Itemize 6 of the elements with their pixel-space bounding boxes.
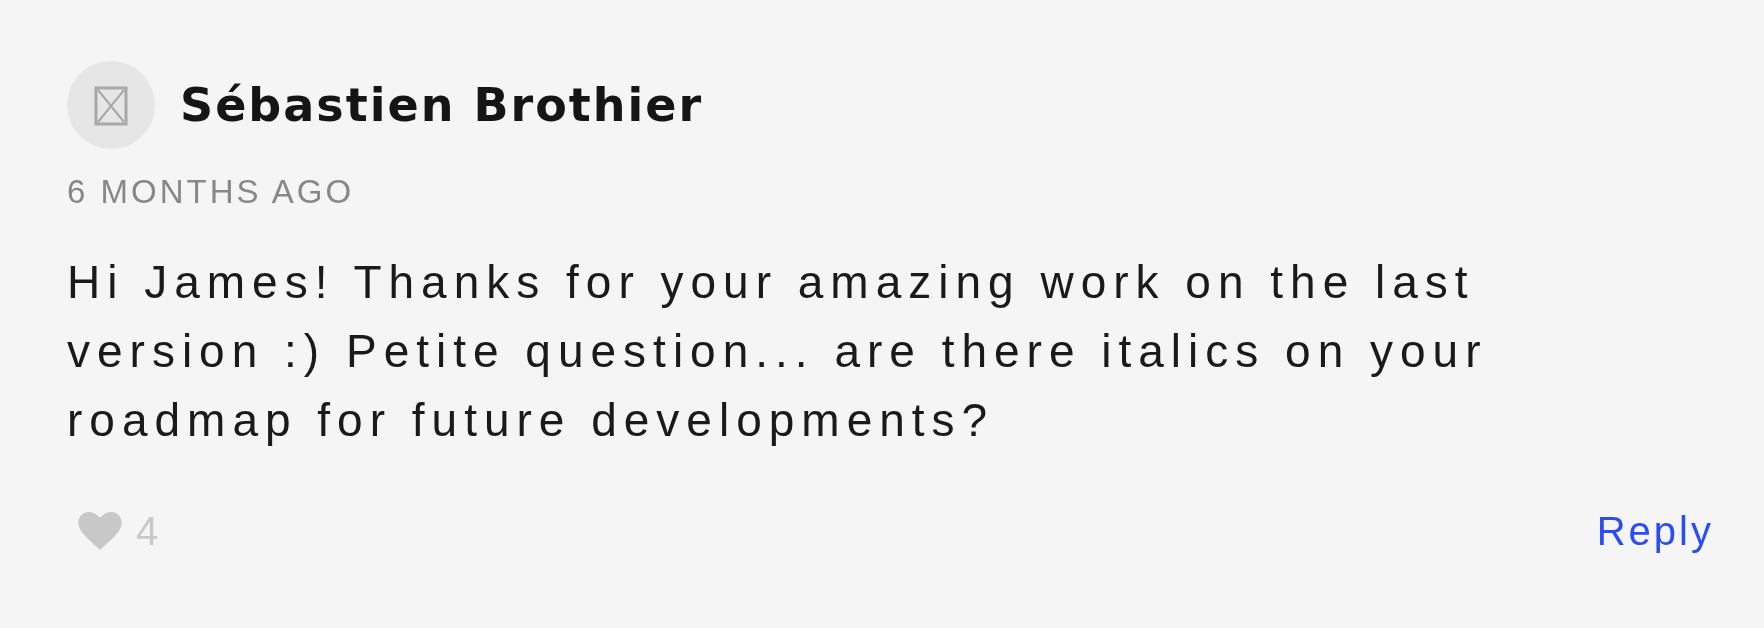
- author-name: Sébastien Brothier: [180, 82, 704, 128]
- timestamp: 6 MONTHS AGO: [67, 175, 355, 208]
- reply-link[interactable]: Reply: [1596, 511, 1714, 551]
- heart-icon[interactable]: [78, 512, 122, 550]
- comment-text: Hi James! Thanks for your amazing work on the last version :) Petite question... are there italics on your roadmap for future developments?: [67, 255, 1489, 448]
- avatar-icon: [67, 61, 155, 149]
